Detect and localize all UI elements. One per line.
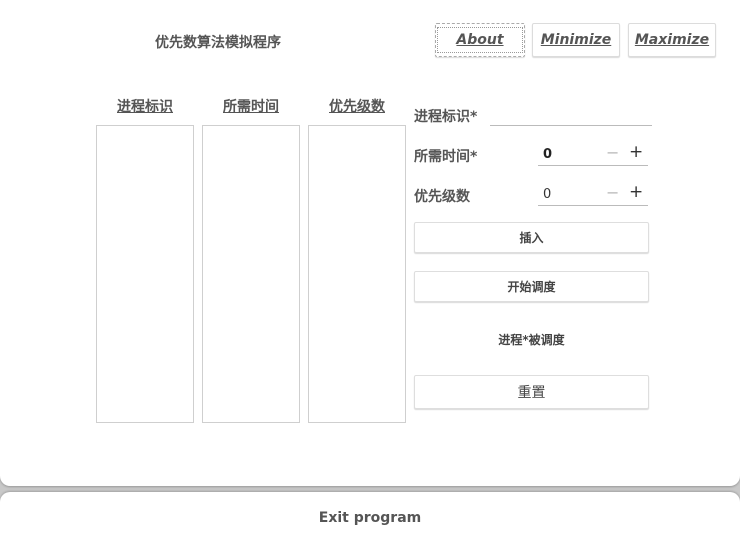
priority-label: 优先级数	[414, 189, 470, 205]
exit-program-button[interactable]: Exit program	[0, 492, 740, 543]
minus-icon[interactable]: −	[606, 143, 619, 162]
plus-icon[interactable]: +	[629, 182, 643, 202]
plus-icon[interactable]: +	[629, 142, 643, 162]
maximize-button[interactable]: Maximize	[628, 23, 716, 57]
minimize-button[interactable]: Minimize	[532, 23, 620, 57]
required-time-label: 所需时间*	[414, 149, 478, 165]
start-scheduling-button[interactable]: 开始调度	[414, 271, 649, 302]
about-button-label: About	[437, 27, 523, 53]
column-header-required-time[interactable]: 所需时间	[202, 96, 300, 116]
app-title: 优先数算法模拟程序	[155, 35, 281, 51]
process-id-label: 进程标识*	[414, 109, 478, 125]
required-time-list[interactable]	[202, 125, 300, 423]
priority-spinner[interactable]: 0 − +	[538, 182, 648, 206]
process-id-list[interactable]	[96, 125, 194, 423]
required-time-value[interactable]: 0	[543, 147, 552, 162]
required-time-spinner[interactable]: 0 − +	[538, 142, 648, 166]
priority-list[interactable]	[308, 125, 406, 423]
about-button[interactable]: About	[435, 23, 525, 57]
reset-button[interactable]: 重置	[414, 375, 649, 409]
priority-value[interactable]: 0	[543, 187, 551, 202]
footer-bar: Exit program	[0, 492, 740, 543]
status-text: 进程*被调度	[498, 333, 565, 347]
column-header-priority[interactable]: 优先级数	[308, 96, 406, 116]
main-window: 优先数算法模拟程序 About Minimize Maximize 进程标识 所…	[0, 0, 740, 486]
insert-button[interactable]: 插入	[414, 222, 649, 253]
process-id-input[interactable]	[490, 105, 652, 126]
column-header-process-id[interactable]: 进程标识	[96, 96, 194, 116]
minus-icon[interactable]: −	[606, 183, 619, 202]
